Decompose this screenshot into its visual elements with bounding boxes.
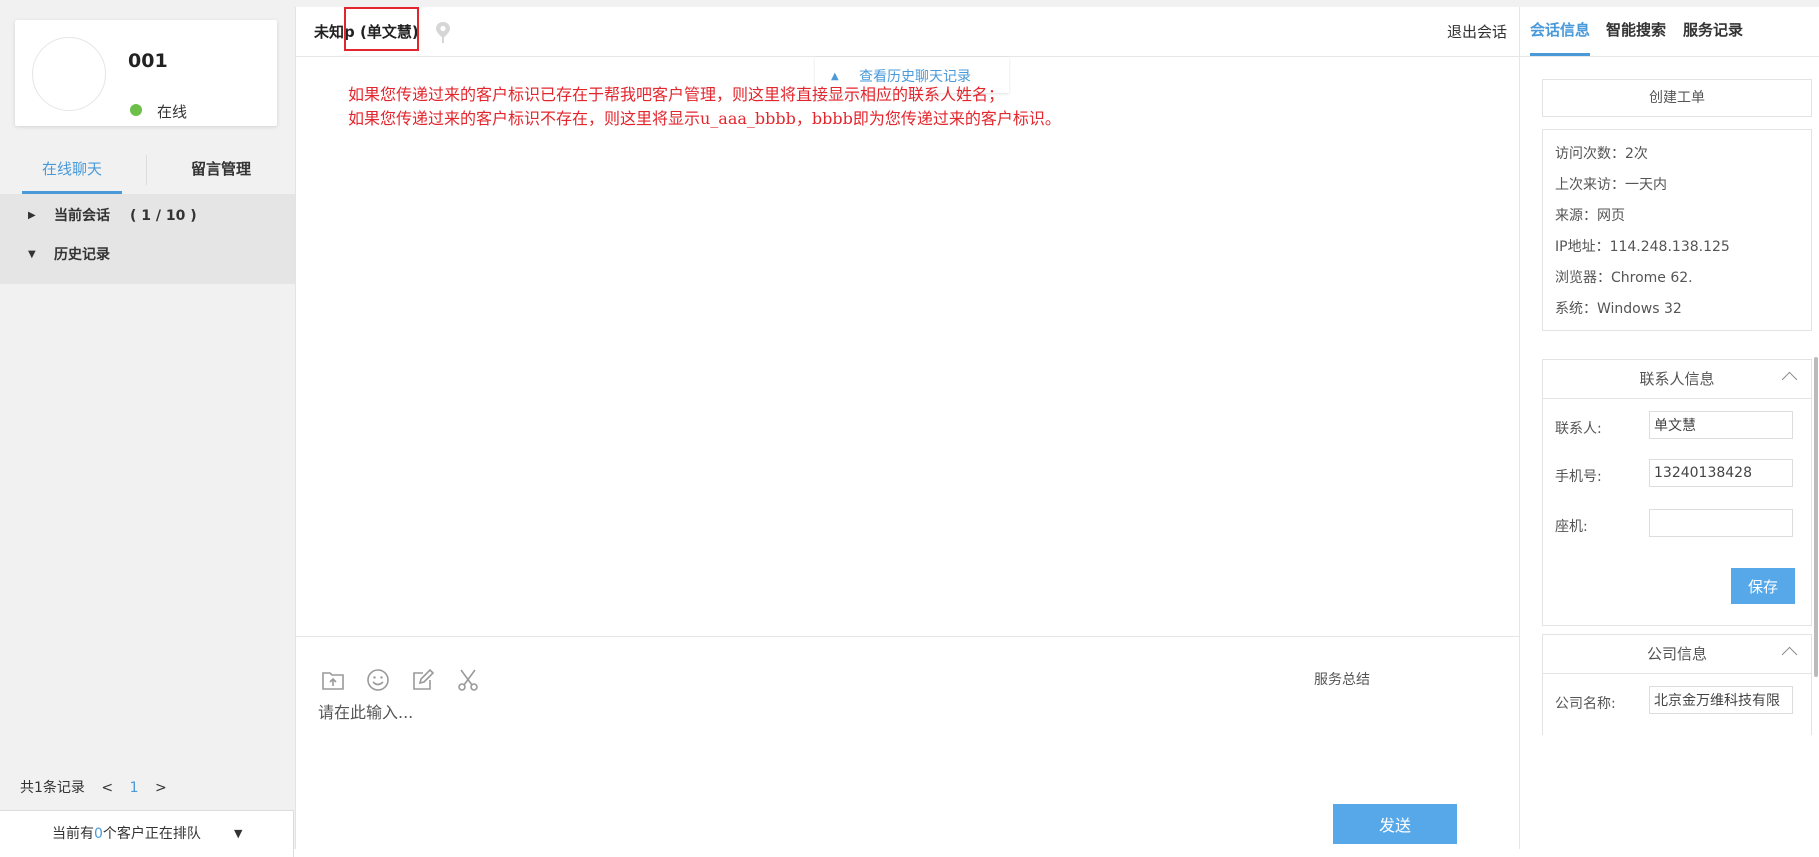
- page-number[interactable]: 1: [130, 780, 139, 796]
- send-button[interactable]: 发送: [1333, 804, 1457, 844]
- screenshot-scissors-icon[interactable]: [455, 667, 481, 693]
- tab-session-info[interactable]: 会话信息: [1530, 19, 1591, 56]
- prev-page-button[interactable]: <: [101, 780, 113, 796]
- right-panel: 会话信息 智能搜索 服务记录 创建工单 访问次数：2次 上次来访：一天内 来源：…: [1519, 7, 1819, 849]
- tree-item-history[interactable]: ▼ 历史记录: [0, 233, 295, 277]
- tab-message-management[interactable]: 留言管理: [160, 147, 282, 191]
- tab-online-chat[interactable]: 在线聊天: [22, 147, 122, 194]
- company-panel-title: 公司信息: [1646, 645, 1707, 663]
- online-status-dot-icon: [130, 104, 142, 116]
- message-input[interactable]: [316, 697, 1500, 781]
- tab-divider: [146, 155, 147, 185]
- contact-name-label: 联系人:: [1555, 421, 1602, 437]
- service-summary-link[interactable]: 服务总结: [1314, 669, 1370, 689]
- composer: 服务总结 发送: [296, 636, 1519, 850]
- right-panel-scrollbar[interactable]: [1814, 357, 1818, 677]
- system-info: 系统：Windows 32: [1555, 301, 1682, 317]
- location-pin-icon[interactable]: [434, 21, 452, 45]
- chat-header: 未知p (单文慧) 退出会话: [296, 7, 1519, 57]
- landline-field[interactable]: [1649, 509, 1793, 537]
- chevron-up-icon[interactable]: [1781, 646, 1798, 663]
- top-strip: [0, 0, 1819, 7]
- caret-down-icon: ▼: [28, 249, 36, 260]
- visit-info-panel: 访问次数：2次 上次来访：一天内 来源：网页 IP地址：114.248.138.…: [1542, 129, 1812, 331]
- contact-panel-header[interactable]: 联系人信息: [1543, 360, 1811, 399]
- agent-status[interactable]: 在线: [157, 101, 187, 122]
- pagination: 共1条记录 < 1 >: [20, 777, 179, 797]
- highlight-annotation: [344, 7, 419, 51]
- contact-info-panel: 联系人信息 联系人: 手机号: 座机: 保存: [1542, 359, 1812, 626]
- tree-item-label: 历史记录: [54, 247, 110, 263]
- save-button[interactable]: 保存: [1731, 568, 1795, 604]
- queue-count: 0: [94, 826, 103, 842]
- tab-smart-search[interactable]: 智能搜索: [1606, 19, 1666, 53]
- session-tree: ▶ 当前会话 ( 1 / 10 ) ▼ 历史记录: [0, 194, 295, 284]
- edit-icon[interactable]: [410, 667, 436, 693]
- queue-status: 当前有0个客户正在排队: [52, 826, 201, 842]
- chat-area: 未知p (单文慧) 退出会话 ▲ 查看历史聊天记录 如果您传递过来的客户标识已存…: [296, 7, 1519, 849]
- tree-item-label: 当前会话: [54, 208, 110, 224]
- left-tabs: 在线聊天 留言管理: [0, 147, 295, 194]
- agent-card: 001 在线: [15, 20, 277, 126]
- company-panel-header[interactable]: 公司信息: [1543, 635, 1811, 674]
- emoji-icon[interactable]: [365, 667, 391, 693]
- tab-service-records[interactable]: 服务记录: [1683, 19, 1743, 53]
- chevron-up-icon[interactable]: [1781, 371, 1798, 388]
- queue-bar[interactable]: 当前有0个客户正在排队 ▼: [0, 810, 294, 857]
- caret-right-icon: ▶: [28, 210, 36, 221]
- company-info-panel: 公司信息 公司名称:: [1542, 634, 1812, 735]
- ip-address: IP地址：114.248.138.125: [1555, 239, 1730, 255]
- create-ticket-button[interactable]: 创建工单: [1542, 79, 1812, 117]
- next-page-button[interactable]: >: [155, 780, 167, 796]
- company-name-field[interactable]: [1649, 686, 1793, 714]
- agent-id: 001: [128, 50, 168, 72]
- right-tabs: 会话信息 智能搜索 服务记录: [1520, 7, 1819, 57]
- phone-label: 手机号:: [1555, 469, 1602, 485]
- record-total: 共1条记录: [20, 780, 85, 796]
- annotation-note: 如果您传递过来的客户标识已存在于帮我吧客户管理，则这里将直接显示相应的联系人姓名…: [348, 85, 1061, 128]
- left-panel: 001 在线 在线聊天 留言管理 ▶ 当前会话 ( 1 / 10 ) ▼ 历史记…: [0, 7, 296, 857]
- visit-count: 访问次数：2次: [1555, 146, 1648, 162]
- avatar[interactable]: [32, 37, 106, 111]
- chevron-down-icon[interactable]: ▼: [234, 811, 242, 857]
- upload-file-icon[interactable]: [320, 667, 346, 693]
- exit-session-button[interactable]: 退出会话: [1447, 21, 1507, 42]
- phone-field[interactable]: [1649, 459, 1793, 487]
- landline-label: 座机:: [1555, 519, 1588, 535]
- contact-panel-title: 联系人信息: [1639, 370, 1715, 388]
- session-count: ( 1 / 10 ): [130, 208, 197, 224]
- company-name-label: 公司名称:: [1555, 696, 1616, 712]
- browser-info: 浏览器：Chrome 62.: [1555, 270, 1693, 286]
- visit-source: 来源：网页: [1555, 208, 1625, 224]
- contact-name-field[interactable]: [1649, 411, 1793, 439]
- last-visit: 上次来访：一天内: [1555, 177, 1667, 193]
- tree-item-current-sessions[interactable]: ▶ 当前会话 ( 1 / 10 ): [0, 194, 295, 238]
